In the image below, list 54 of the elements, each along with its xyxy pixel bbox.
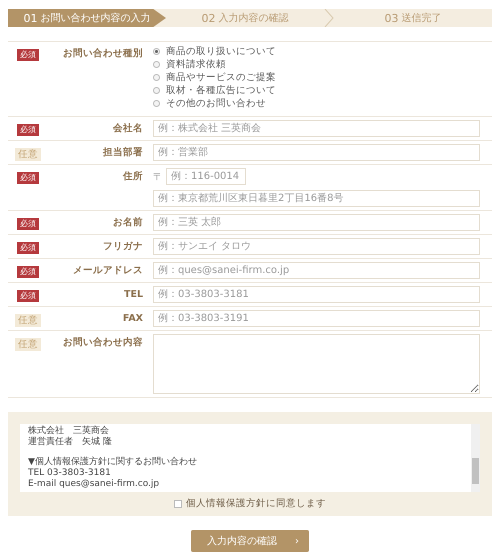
radio-button[interactable] bbox=[153, 48, 160, 55]
field-label: お名前 bbox=[112, 217, 143, 229]
chevron-icon bbox=[324, 9, 334, 27]
step-label: 03 送信完了 bbox=[384, 10, 442, 26]
chevron-icon: › bbox=[295, 536, 299, 546]
field-label: FAX bbox=[122, 313, 143, 325]
policy-text-line: E-mail ques@sanei-firm.co.jp bbox=[28, 479, 160, 490]
text-field[interactable]: 例：営業部 bbox=[153, 144, 480, 161]
postal-mark: 〒 bbox=[153, 170, 163, 184]
field-label: 担当部署 bbox=[102, 147, 143, 159]
text-field[interactable]: 例：株式会社 三英商会 bbox=[153, 120, 480, 137]
badge: 必須 bbox=[17, 49, 39, 61]
field-label: 住所 bbox=[122, 171, 143, 183]
badge: 必須 bbox=[17, 266, 39, 278]
field-label: TEL bbox=[122, 289, 143, 301]
field-label: お問い合わせ種別 bbox=[62, 48, 143, 60]
radio-button[interactable] bbox=[153, 100, 160, 107]
policy-text-line: TEL 03-3803-3181 bbox=[28, 468, 112, 479]
text-field[interactable]: 例：ques@sanei-firm.co.jp bbox=[153, 262, 480, 279]
text-field[interactable]: 例：03-3803-3191 bbox=[153, 310, 480, 327]
radio-label[interactable]: 商品の取り扱いについて bbox=[166, 46, 480, 57]
policy-text-line: ▼個人情報保護方針に関するお問い合わせ bbox=[28, 457, 198, 468]
field-label: メールアドレス bbox=[72, 265, 143, 277]
field-label: 会社名 bbox=[112, 123, 143, 135]
radio-button[interactable] bbox=[153, 87, 160, 94]
badge: 必須 bbox=[17, 172, 39, 184]
badge: 必須 bbox=[17, 218, 39, 230]
badge: 任意 bbox=[15, 148, 41, 161]
badge: 必須 bbox=[17, 290, 39, 302]
radio-label[interactable]: 取材・各種広告について bbox=[166, 85, 480, 96]
policy-text-line: 運営責任者 矢城 隆 bbox=[28, 437, 113, 448]
badge: 任意 bbox=[15, 338, 41, 351]
field-label: お問い合わせ内容 bbox=[62, 337, 143, 349]
step-label: 02 入力内容の確認 bbox=[200, 10, 290, 26]
scrollbar[interactable] bbox=[471, 424, 480, 492]
radio-label[interactable]: 商品やサービスのご提案 bbox=[166, 72, 480, 83]
checkbox[interactable] bbox=[174, 500, 182, 508]
postal-code-field[interactable]: 例：116-0014 bbox=[166, 168, 246, 185]
radio-button[interactable] bbox=[153, 74, 160, 81]
radio-button[interactable] bbox=[153, 61, 160, 68]
badge: 必須 bbox=[17, 242, 39, 254]
policy-text-line: 株式会社 三英商会 bbox=[28, 426, 110, 436]
radio-label[interactable]: その他のお問い合わせ bbox=[166, 98, 480, 109]
text-field[interactable]: 例：三英 太郎 bbox=[153, 214, 480, 231]
address-field[interactable]: 例：東京都荒川区東日暮里2丁目16番8号 bbox=[153, 190, 480, 207]
field-label: フリガナ bbox=[102, 241, 143, 253]
message-textarea[interactable] bbox=[153, 334, 480, 394]
step-label: 01 お問い合わせ内容の入力 bbox=[8, 9, 166, 27]
text-field[interactable]: 例：サンエイ タロウ bbox=[153, 238, 480, 255]
text-field[interactable]: 例：03-3803-3181 bbox=[153, 286, 480, 303]
radio-label[interactable]: 資料請求依頼 bbox=[166, 59, 480, 70]
badge: 任意 bbox=[15, 314, 41, 327]
badge: 必須 bbox=[17, 124, 39, 136]
agree-label[interactable]: 個人情報保護方針に同意します bbox=[186, 497, 326, 510]
